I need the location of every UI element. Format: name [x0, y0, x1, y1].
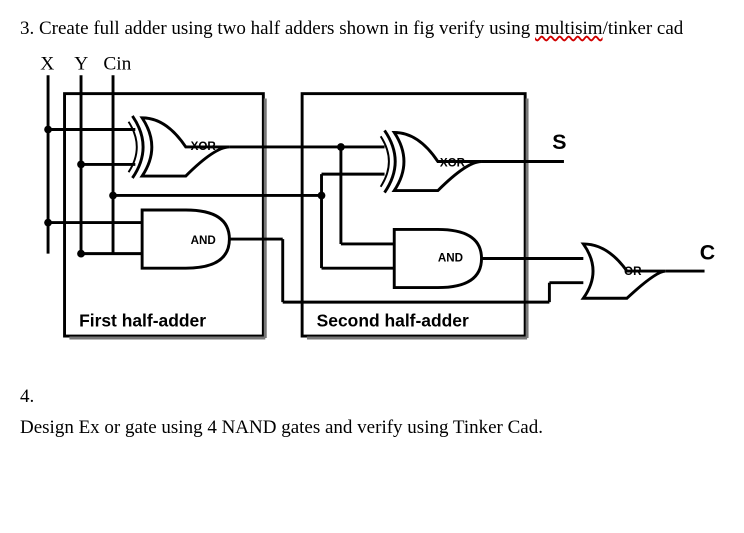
first-half-adder-caption: First half-adder: [79, 310, 206, 330]
second-half-adder-caption: Second half-adder: [317, 310, 469, 330]
xor2-gate-icon: [381, 130, 482, 192]
second-half-adder-box: [302, 93, 525, 335]
q4-number: 4.: [20, 386, 34, 407]
and1-label: AND: [191, 234, 216, 247]
full-adder-diagram: X Y Cin First half-adder Second half-add…: [20, 50, 724, 370]
output-carry-label: C: [700, 240, 715, 264]
and1-gate-icon: [142, 210, 229, 268]
q3-spellcheck-word: multisim: [535, 18, 603, 39]
xor1-label: XOR: [191, 140, 217, 153]
output-sum-label: S: [552, 130, 566, 154]
or-label: OR: [624, 265, 642, 278]
and2-label: AND: [438, 251, 463, 264]
input-label-x: X: [40, 53, 54, 74]
question-3: 3. Create full adder using two half adde…: [20, 16, 724, 42]
input-label-y: Y: [74, 53, 88, 74]
diagram-svg: X Y Cin First half-adder Second half-add…: [20, 50, 720, 370]
q3-text-b: /tinker cad: [603, 18, 684, 39]
question-4-number: 4.: [20, 384, 724, 410]
q3-text-a: Create full adder using two half adders …: [39, 18, 535, 39]
input-label-cin: Cin: [103, 53, 131, 74]
xor2-label: XOR: [440, 156, 466, 169]
q3-number: 3.: [20, 18, 34, 39]
question-4-text: Design Ex or gate using 4 NAND gates and…: [20, 415, 724, 441]
